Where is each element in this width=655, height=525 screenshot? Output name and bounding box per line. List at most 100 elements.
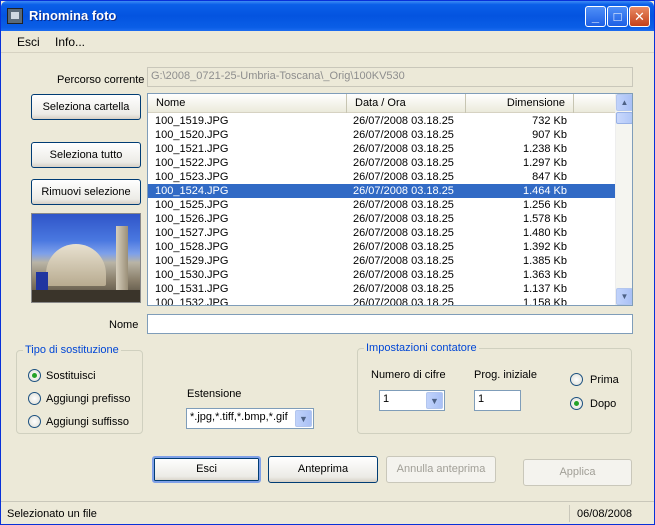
file-list-header: Nome Data / Ora Dimensione: [148, 94, 615, 113]
file-size-cell: 732 Kb: [532, 115, 567, 127]
file-name-cell: 100_1520.JPG: [155, 129, 229, 141]
table-row[interactable]: 100_1521.JPG 26/07/2008 03.18.25 1.238 Kb: [148, 142, 615, 156]
apply-button[interactable]: Applica: [523, 459, 632, 486]
building-dome-shape: [46, 244, 106, 286]
file-size-cell: 1.137 Kb: [522, 283, 567, 295]
menu-esci[interactable]: Esci: [17, 35, 40, 49]
file-name-cell: 100_1531.JPG: [155, 283, 229, 295]
column-name[interactable]: Nome: [148, 94, 347, 113]
table-row[interactable]: 100_1520.JPG 26/07/2008 03.18.25 907 Kb: [148, 128, 615, 142]
radio-sostituisci[interactable]: [28, 369, 41, 382]
title-bar[interactable]: Rinomina foto _ □ ✕: [1, 1, 654, 31]
radio-prefisso-label[interactable]: Aggiungi prefisso: [46, 393, 130, 405]
photo-preview: [31, 213, 141, 303]
file-list-rows: 100_1519.JPG 26/07/2008 03.18.25 732 Kb 100…: [148, 114, 615, 306]
extension-value: *.jpg,*.tiff,*.bmp,*.gif: [190, 411, 288, 423]
file-size-cell: 1.464 Kb: [522, 185, 567, 197]
close-button[interactable]: ✕: [629, 6, 650, 27]
file-date-cell: 26/07/2008 03.18.25: [353, 241, 454, 253]
scroll-down-button[interactable]: ▼: [616, 288, 632, 305]
file-name-cell: 100_1532.JPG: [155, 297, 229, 306]
file-name-cell: 100_1528.JPG: [155, 241, 229, 253]
minimize-button[interactable]: _: [585, 6, 606, 27]
table-row[interactable]: 100_1530.JPG 26/07/2008 03.18.25 1.363 Kb: [148, 268, 615, 282]
radio-prima[interactable]: [570, 373, 583, 386]
file-name-cell: 100_1530.JPG: [155, 269, 229, 281]
maximize-button[interactable]: □: [607, 6, 628, 27]
radio-sostituisci-label[interactable]: Sostituisci: [46, 370, 96, 382]
tower-shape: [116, 226, 128, 290]
status-message: Selezionato un file: [7, 508, 97, 520]
start-input[interactable]: 1: [474, 390, 521, 411]
radio-prefisso[interactable]: [28, 392, 41, 405]
table-row[interactable]: 100_1531.JPG 26/07/2008 03.18.25 1.137 Kb: [148, 282, 615, 296]
menu-info[interactable]: Info...: [55, 35, 85, 49]
file-size-cell: 847 Kb: [532, 171, 567, 183]
file-size-cell: 1.158 Kb: [522, 297, 567, 306]
file-size-cell: 1.480 Kb: [522, 227, 567, 239]
digits-select[interactable]: 1 ▼: [379, 390, 445, 411]
preview-button[interactable]: Anteprima: [268, 456, 378, 483]
menu-bar: Esci Info...: [1, 31, 654, 53]
table-row[interactable]: 100_1528.JPG 26/07/2008 03.18.25 1.392 Kb: [148, 240, 615, 254]
file-size-cell: 1.363 Kb: [522, 269, 567, 281]
radio-dopo-label[interactable]: Dopo: [590, 398, 616, 410]
file-name-cell: 100_1519.JPG: [155, 115, 229, 127]
file-date-cell: 26/07/2008 03.18.25: [353, 199, 454, 211]
table-row[interactable]: 100_1522.JPG 26/07/2008 03.18.25 1.297 Kb: [148, 156, 615, 170]
table-row[interactable]: 100_1525.JPG 26/07/2008 03.18.25 1.256 Kb: [148, 198, 615, 212]
file-name-cell: 100_1526.JPG: [155, 213, 229, 225]
file-name-cell: 100_1524.JPG: [155, 185, 229, 197]
file-name-cell: 100_1529.JPG: [155, 255, 229, 267]
table-row[interactable]: 100_1526.JPG 26/07/2008 03.18.25 1.578 Kb: [148, 212, 615, 226]
table-row[interactable]: 100_1529.JPG 26/07/2008 03.18.25 1.385 Kb: [148, 254, 615, 268]
table-row[interactable]: 100_1532.JPG 26/07/2008 03.18.25 1.158 Kb: [148, 296, 615, 306]
radio-dopo[interactable]: [570, 397, 583, 410]
file-date-cell: 26/07/2008 03.18.25: [353, 157, 454, 169]
path-label: Percorso corrente: [57, 74, 145, 86]
table-row[interactable]: 100_1523.JPG 26/07/2008 03.18.25 847 Kb: [148, 170, 615, 184]
radio-suffisso[interactable]: [28, 415, 41, 428]
file-list[interactable]: Nome Data / Ora Dimensione 100_1519.JPG 2…: [147, 93, 633, 306]
digits-label: Numero di cifre: [371, 369, 446, 381]
chevron-down-icon[interactable]: ▼: [295, 410, 312, 427]
status-date: 06/08/2008: [577, 508, 633, 520]
radio-prima-label[interactable]: Prima: [590, 374, 619, 386]
table-row[interactable]: 100_1519.JPG 26/07/2008 03.18.25 732 Kb: [148, 114, 615, 128]
file-size-cell: 1.578 Kb: [522, 213, 567, 225]
exit-button[interactable]: Esci: [152, 456, 261, 483]
table-row[interactable]: 100_1524.JPG 26/07/2008 03.18.25 1.464 Kb: [148, 184, 615, 198]
file-date-cell: 26/07/2008 03.18.25: [353, 129, 454, 141]
select-all-button[interactable]: Seleziona tutto: [31, 142, 141, 168]
file-date-cell: 26/07/2008 03.18.25: [353, 171, 454, 183]
file-size-cell: 1.392 Kb: [522, 241, 567, 253]
cancel-preview-button[interactable]: Annulla anteprima: [386, 456, 496, 483]
radio-suffisso-label[interactable]: Aggiungi suffisso: [46, 416, 129, 428]
extension-label: Estensione: [187, 388, 242, 400]
table-row[interactable]: 100_1527.JPG 26/07/2008 03.18.25 1.480 Kb: [148, 226, 615, 240]
scroll-up-button[interactable]: ▲: [616, 94, 632, 111]
file-date-cell: 26/07/2008 03.18.25: [353, 255, 454, 267]
file-date-cell: 26/07/2008 03.18.25: [353, 143, 454, 155]
name-input[interactable]: [147, 314, 633, 334]
column-size[interactable]: Dimensione: [466, 94, 574, 113]
file-name-cell: 100_1522.JPG: [155, 157, 229, 169]
file-date-cell: 26/07/2008 03.18.25: [353, 283, 454, 295]
file-date-cell: 26/07/2008 03.18.25: [353, 185, 454, 197]
select-folder-button[interactable]: Seleziona cartella: [31, 94, 141, 120]
name-label: Nome: [109, 319, 139, 331]
file-list-scrollbar[interactable]: ▲ ▼: [615, 94, 632, 305]
crowd-shape: [32, 290, 140, 302]
file-date-cell: 26/07/2008 03.18.25: [353, 297, 454, 306]
extension-select[interactable]: *.jpg,*.tiff,*.bmp,*.gif ▼: [186, 408, 314, 429]
file-size-cell: 1.256 Kb: [522, 199, 567, 211]
counter-group-title: Impostazioni contatore: [364, 342, 479, 354]
file-name-cell: 100_1525.JPG: [155, 199, 229, 211]
file-size-cell: 907 Kb: [532, 129, 567, 141]
chevron-down-icon[interactable]: ▼: [426, 392, 443, 409]
file-date-cell: 26/07/2008 03.18.25: [353, 227, 454, 239]
file-size-cell: 1.297 Kb: [522, 157, 567, 169]
remove-selection-button[interactable]: Rimuovi selezione: [31, 179, 141, 205]
scroll-thumb[interactable]: [616, 112, 632, 124]
column-date[interactable]: Data / Ora: [347, 94, 466, 113]
